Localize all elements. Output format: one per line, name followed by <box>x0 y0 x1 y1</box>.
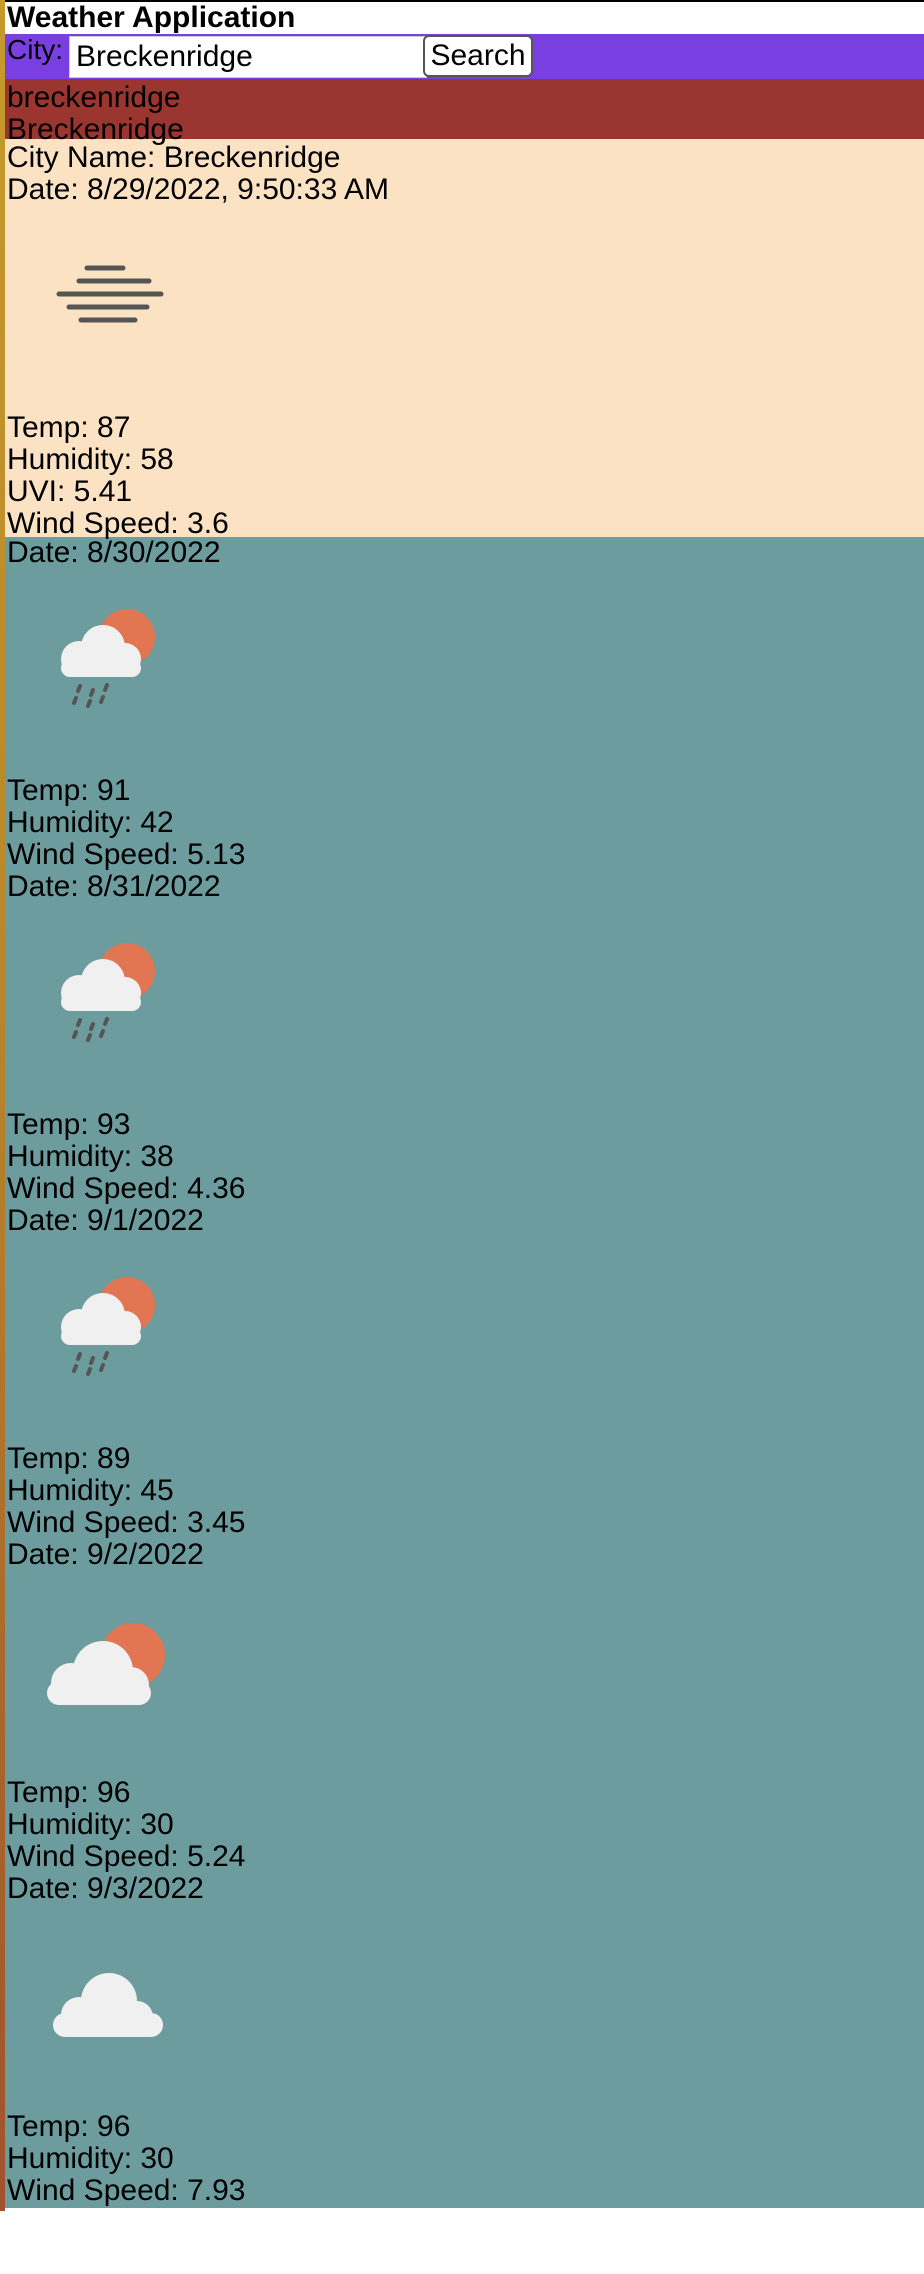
forecast-humidity: Humidity: 42 <box>7 806 174 839</box>
sun-cloud-rain-icon <box>61 609 155 708</box>
weather-icon-container <box>5 206 924 412</box>
forecast-day: Date: 8/30/2022 Temp: 91 Humidity: 42 Wi… <box>5 537 924 871</box>
current-uvi: UVI: 5.41 <box>7 475 133 508</box>
search-history: breckenridge Breckenridge <box>5 79 924 146</box>
forecast-day: Date: 9/2/2022 Temp: 96 Humidity: 30 Win… <box>5 1539 924 1873</box>
weather-icon-container <box>5 903 924 1109</box>
search-bar: City: Search <box>5 34 924 79</box>
forecast-temp: Temp: 93 <box>7 1108 131 1141</box>
forecast-date: Date: 9/1/2022 <box>7 1204 204 1237</box>
city-search-input[interactable] <box>69 36 427 78</box>
forecast-wind-speed: Wind Speed: 4.36 <box>7 1172 246 1205</box>
sun-cloud-rain-icon <box>61 1277 155 1376</box>
city-name: City Name: Breckenridge <box>7 141 341 174</box>
current-temp: Temp: 87 <box>7 411 131 444</box>
forecast-humidity: Humidity: 38 <box>7 1140 174 1173</box>
forecast-humidity: Humidity: 30 <box>7 1808 174 1841</box>
forecast-wind-speed: Wind Speed: 7.93 <box>7 2174 246 2207</box>
mist-icon <box>56 265 164 323</box>
forecast-date: Date: 9/2/2022 <box>7 1538 204 1571</box>
forecast-day: Date: 9/3/2022 Temp: 96 Humidity: 30 Win… <box>5 1873 924 2207</box>
forecast-wind-speed: Wind Speed: 3.45 <box>7 1506 246 1539</box>
app-root: Weather Application City: Search brecken… <box>5 0 924 2208</box>
forecast-temp: Temp: 89 <box>7 1442 131 1475</box>
forecast-day: Date: 9/1/2022 Temp: 89 Humidity: 45 Win… <box>5 1205 924 1539</box>
forecast-temp: Temp: 91 <box>7 774 131 807</box>
forecast-date: Date: 8/30/2022 <box>7 536 221 569</box>
app-title: Weather Application <box>5 2 924 34</box>
weather-icon-container <box>5 1571 924 1777</box>
forecast-list: Date: 8/30/2022 Temp: 91 Humidity: 42 Wi… <box>5 537 924 2208</box>
forecast-wind-speed: Wind Speed: 5.13 <box>7 838 246 871</box>
search-button[interactable]: Search <box>423 35 533 77</box>
weather-icon-container <box>5 1237 924 1443</box>
city-label: City: <box>7 34 63 65</box>
forecast-day: Date: 8/31/2022 Temp: 93 Humidity: 38 Wi… <box>5 871 924 1205</box>
weather-icon-container <box>5 569 924 775</box>
forecast-temp: Temp: 96 <box>7 1776 131 1809</box>
cloud-icon <box>53 1973 163 2037</box>
forecast-date: Date: 8/31/2022 <box>7 870 221 903</box>
forecast-wind-speed: Wind Speed: 5.24 <box>7 1840 246 1873</box>
partly-cloudy-icon <box>47 1623 165 1705</box>
forecast-humidity: Humidity: 30 <box>7 2142 174 2175</box>
weather-icon-container <box>5 1905 924 2111</box>
forecast-date: Date: 9/3/2022 <box>7 1872 204 1905</box>
forecast-temp: Temp: 96 <box>7 2110 131 2143</box>
current-humidity: Humidity: 58 <box>7 443 174 476</box>
history-item[interactable]: breckenridge <box>5 82 924 114</box>
sun-cloud-rain-icon <box>61 943 155 1042</box>
forecast-humidity: Humidity: 45 <box>7 1474 174 1507</box>
current-weather-card: City Name: Breckenridge Date: 8/29/2022,… <box>5 139 924 540</box>
current-date: Date: 8/29/2022, 9:50:33 AM <box>7 173 389 206</box>
